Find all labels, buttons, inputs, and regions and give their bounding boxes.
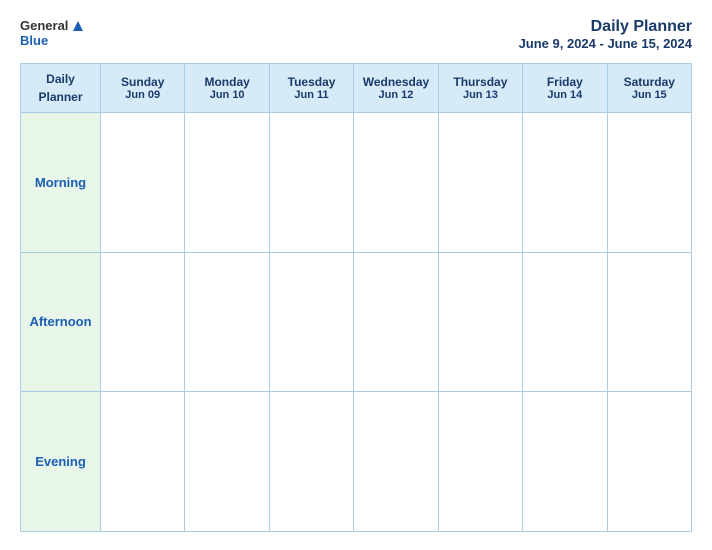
page-header: General Blue Daily Planner June 9, 2024 …	[20, 18, 692, 51]
evening-thursday[interactable]	[438, 392, 522, 532]
col-header-sunday: Sunday Jun 09	[101, 64, 185, 113]
afternoon-row: Afternoon	[21, 252, 692, 392]
evening-sunday[interactable]	[101, 392, 185, 532]
evening-saturday[interactable]	[607, 392, 691, 532]
evening-wednesday[interactable]	[354, 392, 438, 532]
morning-label: Morning	[21, 113, 101, 253]
calendar-table: Daily Planner Sunday Jun 09 Monday Jun 1…	[20, 63, 692, 532]
col-header-friday: Friday Jun 14	[523, 64, 607, 113]
morning-monday[interactable]	[185, 113, 269, 253]
logo-general-text: General	[20, 18, 68, 33]
corner-label: Daily Planner	[38, 72, 82, 104]
planner-date-range: June 9, 2024 - June 15, 2024	[519, 36, 692, 51]
evening-tuesday[interactable]	[269, 392, 353, 532]
evening-row: Evening	[21, 392, 692, 532]
logo-blue-text: Blue	[20, 33, 48, 48]
afternoon-friday[interactable]	[523, 252, 607, 392]
col-header-wednesday: Wednesday Jun 12	[354, 64, 438, 113]
logo: General	[20, 18, 85, 33]
morning-sunday[interactable]	[101, 113, 185, 253]
morning-friday[interactable]	[523, 113, 607, 253]
afternoon-monday[interactable]	[185, 252, 269, 392]
morning-thursday[interactable]	[438, 113, 522, 253]
morning-saturday[interactable]	[607, 113, 691, 253]
col-header-thursday: Thursday Jun 13	[438, 64, 522, 113]
afternoon-sunday[interactable]	[101, 252, 185, 392]
afternoon-saturday[interactable]	[607, 252, 691, 392]
evening-label: Evening	[21, 392, 101, 532]
afternoon-label: Afternoon	[21, 252, 101, 392]
col-header-saturday: Saturday Jun 15	[607, 64, 691, 113]
title-area: Daily Planner June 9, 2024 - June 15, 20…	[519, 18, 692, 51]
calendar-header-row: Daily Planner Sunday Jun 09 Monday Jun 1…	[21, 64, 692, 113]
morning-row: Morning	[21, 113, 692, 253]
col-header-monday: Monday Jun 10	[185, 64, 269, 113]
afternoon-wednesday[interactable]	[354, 252, 438, 392]
logo-area: General Blue	[20, 18, 85, 48]
morning-wednesday[interactable]	[354, 113, 438, 253]
evening-friday[interactable]	[523, 392, 607, 532]
planner-title: Daily Planner	[519, 18, 692, 36]
afternoon-thursday[interactable]	[438, 252, 522, 392]
col-header-tuesday: Tuesday Jun 11	[269, 64, 353, 113]
morning-tuesday[interactable]	[269, 113, 353, 253]
afternoon-tuesday[interactable]	[269, 252, 353, 392]
evening-monday[interactable]	[185, 392, 269, 532]
corner-header: Daily Planner	[21, 64, 101, 113]
logo-icon	[71, 19, 85, 33]
